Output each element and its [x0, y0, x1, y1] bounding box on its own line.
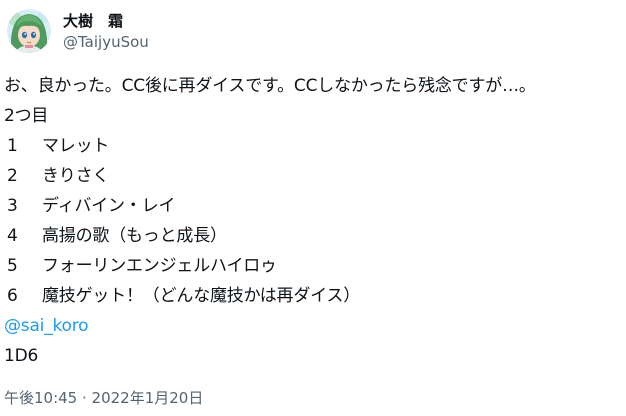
list-item-number: 5: [7, 256, 18, 276]
tweet-date[interactable]: 2022年1月20日: [92, 389, 204, 407]
list-item-text: 高揚の歌（もっと成長）: [42, 226, 227, 246]
list-item: 4 高揚の歌（もっと成長）: [4, 221, 622, 251]
tweet-line: 2つ目: [4, 106, 49, 126]
tweet-meta: 午後10:45 · 2022年1月20日: [4, 388, 203, 408]
list-item-number: 3: [7, 196, 18, 216]
list-item-text: マレット: [42, 136, 110, 156]
list-item: 3 ディバイン・レイ: [4, 191, 622, 221]
author-names: 大樹 霜 @TaijyuSou: [63, 11, 149, 52]
list-item: 6 魔技ゲット！（どんな魔技かは再ダイス）: [4, 281, 622, 311]
tweet-text: お、良かった。CC後に再ダイスです。CCしなかったら残念ですが…。 2つ目 1 …: [4, 71, 622, 371]
tweet-line: お、良かった。CC後に再ダイスです。CCしなかったら残念ですが…。: [4, 76, 536, 96]
tweet-card: 大樹 霜 @TaijyuSou お、良かった。CC後に再ダイスです。CCしなかっ…: [0, 0, 626, 416]
list-item-number: 4: [7, 226, 18, 246]
mention-link[interactable]: @sai_koro: [4, 316, 89, 336]
list-item-text: フォーリンエンジェルハイロゥ: [42, 256, 277, 276]
username-handle[interactable]: @TaijyuSou: [63, 32, 149, 52]
display-name[interactable]: 大樹 霜: [63, 11, 149, 31]
list-item: 1 マレット: [4, 131, 622, 161]
avatar[interactable]: [7, 9, 51, 53]
list-item-text: 魔技ゲット！（どんな魔技かは再ダイス）: [42, 286, 361, 306]
tweet-time[interactable]: 午後10:45: [4, 389, 77, 407]
tweet-header: 大樹 霜 @TaijyuSou: [7, 6, 149, 56]
list-item: 5 フォーリンエンジェルハイロゥ: [4, 251, 622, 281]
anime-character-avatar-icon: [7, 9, 51, 53]
list-item-number: 6: [7, 286, 18, 306]
list-item-text: きりさく: [42, 166, 110, 186]
mention-line: @sai_koro: [4, 311, 622, 341]
list-item: 2 きりさく: [4, 161, 622, 191]
meta-separator: ·: [77, 389, 92, 407]
dice-line: 1D6: [4, 346, 39, 366]
list-item-number: 1: [7, 136, 18, 156]
list-item-number: 2: [7, 166, 18, 186]
list-item-text: ディバイン・レイ: [42, 196, 176, 216]
